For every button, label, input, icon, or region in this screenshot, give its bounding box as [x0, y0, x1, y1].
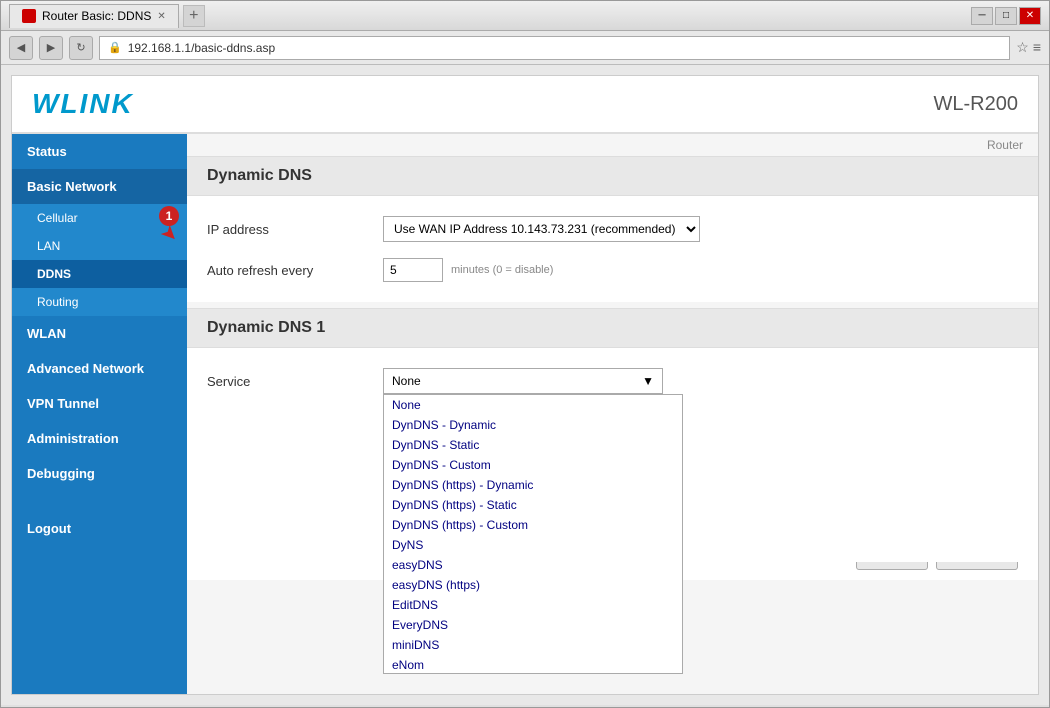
- title-bar: Router Basic: DDNS ✕ + ─ □ ✕: [1, 1, 1049, 31]
- maximize-button[interactable]: □: [995, 7, 1017, 25]
- browser-window: Router Basic: DDNS ✕ + ─ □ ✕ ◀ ▶ ↻ 🔒 192…: [0, 0, 1050, 708]
- menu-icon[interactable]: ≡: [1033, 39, 1041, 56]
- sidebar-item-cellular[interactable]: Cellular 1 ➤: [12, 204, 187, 232]
- sidebar-item-logout[interactable]: Logout: [12, 511, 187, 546]
- breadcrumb: Router: [187, 134, 1038, 156]
- auto-refresh-input[interactable]: 5: [383, 258, 443, 282]
- list-item[interactable]: EveryDNS: [384, 615, 682, 635]
- new-tab-button[interactable]: +: [183, 5, 205, 27]
- address-bar[interactable]: 🔒 192.168.1.1/basic-ddns.asp: [99, 36, 1010, 60]
- window-controls: ─ □ ✕: [971, 7, 1041, 25]
- sidebar-item-wlan[interactable]: WLAN: [12, 316, 187, 351]
- list-item[interactable]: None: [384, 395, 682, 415]
- ip-address-label: IP address: [207, 222, 367, 237]
- tab-favicon: [22, 9, 36, 23]
- dynamic-dns1-section: Dynamic DNS 1 Service None ▼: [187, 308, 1038, 562]
- router-header: WLINK WL-R200: [12, 76, 1038, 134]
- sidebar-item-administration[interactable]: Administration: [12, 421, 187, 456]
- page-content: WLINK WL-R200 Status Basic Network Cellu…: [1, 65, 1049, 705]
- address-text: 192.168.1.1/basic-ddns.asp: [128, 41, 275, 55]
- browser-nav-icons: ☆ ≡: [1016, 39, 1041, 56]
- list-item[interactable]: EditDNS: [384, 595, 682, 615]
- sidebar: Status Basic Network Cellular 1 ➤: [12, 134, 187, 694]
- auto-refresh-label: Auto refresh every: [207, 263, 367, 278]
- auto-refresh-hint: minutes (0 = disable): [451, 264, 553, 276]
- sidebar-item-debugging[interactable]: Debugging: [12, 456, 187, 491]
- sidebar-item-routing[interactable]: Routing: [12, 288, 187, 316]
- nav-bar: ◀ ▶ ↻ 🔒 192.168.1.1/basic-ddns.asp ☆ ≡: [1, 31, 1049, 65]
- sidebar-item-status[interactable]: Status: [12, 134, 187, 169]
- main-content: Router Dynamic DNS IP address Use WAN IP…: [187, 134, 1038, 694]
- back-button[interactable]: ◀: [9, 36, 33, 60]
- dns1-dropdown-options[interactable]: NoneDynDNS - DynamicDynDNS - StaticDynDN…: [384, 395, 682, 674]
- sidebar-item-ddns[interactable]: DDNS: [12, 260, 187, 288]
- ip-address-row: IP address Use WAN IP Address 10.143.73.…: [207, 208, 1018, 250]
- list-item[interactable]: DyNS: [384, 535, 682, 555]
- section-title-dns1: Dynamic DNS 1: [187, 308, 1038, 348]
- list-item[interactable]: DynDNS - Static: [384, 435, 682, 455]
- tab-label: Router Basic: DDNS: [42, 9, 151, 23]
- list-item[interactable]: DynDNS - Custom: [384, 455, 682, 475]
- list-item[interactable]: miniDNS: [384, 635, 682, 655]
- list-item[interactable]: DynDNS (https) - Dynamic: [384, 475, 682, 495]
- dropdown-arrow-icon: ▼: [642, 374, 654, 388]
- section-body-ddns: IP address Use WAN IP Address 10.143.73.…: [187, 196, 1038, 302]
- dns1-service-row: Service None ▼ NoneDynDNS: [207, 360, 1018, 402]
- list-item[interactable]: easyDNS (https): [384, 575, 682, 595]
- bookmark-star-icon[interactable]: ☆: [1016, 39, 1029, 56]
- wlink-logo: WLINK: [32, 88, 134, 120]
- dns1-service-value: None: [392, 374, 421, 388]
- badge-container: 1 ➤: [159, 206, 179, 244]
- notification-badge: 1: [159, 206, 179, 226]
- sidebar-item-vpn-tunnel[interactable]: VPN Tunnel: [12, 386, 187, 421]
- browser-tab[interactable]: Router Basic: DDNS ✕: [9, 4, 179, 28]
- auto-refresh-row: Auto refresh every 5 minutes (0 = disabl…: [207, 250, 1018, 290]
- list-item[interactable]: DynDNS (https) - Custom: [384, 515, 682, 535]
- ip-address-select[interactable]: Use WAN IP Address 10.143.73.231 (recomm…: [383, 216, 700, 242]
- sidebar-item-basic-network[interactable]: Basic Network: [12, 169, 187, 204]
- minimize-button[interactable]: ─: [971, 7, 993, 25]
- close-button[interactable]: ✕: [1019, 7, 1041, 25]
- model-name: WL-R200: [934, 93, 1018, 116]
- list-item[interactable]: DynDNS (https) - Static: [384, 495, 682, 515]
- refresh-button[interactable]: ↻: [69, 36, 93, 60]
- tab-close-button[interactable]: ✕: [157, 11, 165, 22]
- dns1-service-select[interactable]: None ▼: [383, 368, 663, 394]
- dns1-service-dropdown-container: None ▼ NoneDynDNS - DynamicDynDNS - Stat…: [383, 368, 663, 394]
- list-item[interactable]: DynDNS - Dynamic: [384, 415, 682, 435]
- forward-button[interactable]: ▶: [39, 36, 63, 60]
- sidebar-item-advanced-network[interactable]: Advanced Network: [12, 351, 187, 386]
- auto-refresh-control: 5 minutes (0 = disable): [383, 258, 553, 282]
- list-item[interactable]: eNom: [384, 655, 682, 674]
- section-title-ddns: Dynamic DNS: [187, 156, 1038, 196]
- router-container: WLINK WL-R200 Status Basic Network Cellu…: [11, 75, 1039, 695]
- list-item[interactable]: easyDNS: [384, 555, 682, 575]
- router-body: Status Basic Network Cellular 1 ➤: [12, 134, 1038, 694]
- dns1-service-dropdown-list[interactable]: NoneDynDNS - DynamicDynDNS - StaticDynDN…: [383, 394, 683, 674]
- ip-address-control: Use WAN IP Address 10.143.73.231 (recomm…: [383, 216, 700, 242]
- section-body-dns1: Service None ▼ NoneDynDNS: [187, 348, 1038, 562]
- dynamic-dns-section: Dynamic DNS IP address Use WAN IP Addres…: [187, 156, 1038, 302]
- dns1-service-label: Service: [207, 374, 367, 389]
